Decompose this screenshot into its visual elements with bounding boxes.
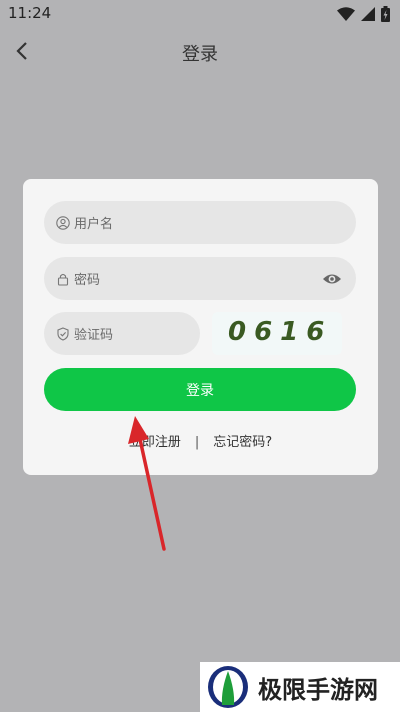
forgot-password-link[interactable]: 忘记密码? [213,435,272,450]
captcha-placeholder: 验证码 [74,328,114,343]
shield-icon [56,326,70,341]
screen: 11:24 登录 用户名 密码 验证码 0616 登录 立即注册 | 忘记密码?… [0,0,400,712]
signal-icon [361,7,375,21]
links-row: 立即注册 | 忘记密码? [23,431,378,450]
username-field[interactable]: 用户名 [44,201,356,244]
page-title: 登录 [182,44,218,65]
captcha-image[interactable]: 0616 [212,312,342,355]
username-placeholder: 用户名 [74,217,114,232]
register-link[interactable]: 立即注册 [129,435,181,450]
links-separator: | [194,435,200,450]
status-bar: 11:24 [0,0,400,28]
captcha-code: 0616 [228,317,333,347]
battery-icon [381,6,390,22]
eye-icon[interactable] [322,269,342,289]
password-placeholder: 密码 [74,273,101,288]
wifi-icon [337,7,355,21]
status-time: 11:24 [8,4,52,22]
watermark-text: 极限手游网 [258,675,378,704]
user-icon [56,215,70,230]
watermark: 极限手游网 [200,662,400,712]
lock-icon [56,272,70,286]
captcha-field[interactable]: 验证码 [44,312,200,355]
password-field[interactable]: 密码 [44,257,356,300]
watermark-logo-icon [208,666,248,708]
login-card: 用户名 密码 验证码 0616 登录 立即注册 | 忘记密码? [23,179,378,475]
status-icons [337,5,390,23]
nav-bar: 登录 [0,30,400,74]
login-button[interactable]: 登录 [44,368,356,411]
